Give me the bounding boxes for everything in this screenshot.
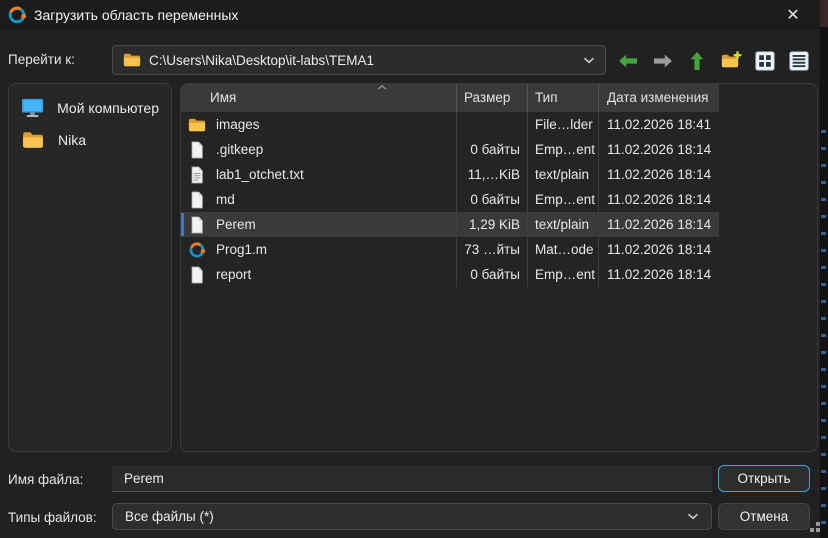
background-app-sliver <box>820 0 828 538</box>
file-date: 11.02.2026 18:14 <box>598 262 719 287</box>
file-date: 11.02.2026 18:41 <box>598 112 719 137</box>
filetype-value: Все файлы (*) <box>125 509 687 524</box>
icon-view-button[interactable] <box>752 49 778 73</box>
file-size <box>456 112 527 137</box>
textfile-icon <box>188 166 206 184</box>
forward-button[interactable] <box>650 49 676 73</box>
current-path: C:\Users\Nika\Desktop\it-labs\ТЕМА1 <box>149 53 575 68</box>
cancel-button[interactable]: Отмена <box>718 503 810 530</box>
chevron-down-icon <box>687 513 699 520</box>
close-button[interactable]: ✕ <box>776 0 810 30</box>
details-view-icon <box>789 51 809 71</box>
back-arrow-icon <box>618 54 638 68</box>
file-size: 1,29 KiB <box>456 212 527 237</box>
column-header-size[interactable]: Размер <box>456 84 527 112</box>
file-row[interactable]: Perem 1,29 KiB text/plain 11.02.2026 18:… <box>181 212 719 237</box>
file-name: images <box>216 112 260 137</box>
file-name: lab1_otchet.txt <box>216 162 304 187</box>
file-icon <box>188 216 206 234</box>
column-header-date[interactable]: Дата изменения <box>598 84 719 112</box>
background-app-fragment <box>820 0 828 27</box>
file-size: 11,…KiB <box>456 162 527 187</box>
goto-label: Перейти к: <box>8 52 75 67</box>
sort-ascending-icon <box>377 85 387 90</box>
file-type: File…lder <box>527 112 598 137</box>
file-size: 0 байты <box>456 262 527 287</box>
file-size: 0 байты <box>456 137 527 162</box>
column-header-name[interactable]: Имя <box>181 84 456 112</box>
file-list-header: Имя Размер Тип Дата изменения <box>181 84 719 112</box>
file-row[interactable]: report 0 байты Emp…ent 11.02.2026 18:14 <box>181 262 719 287</box>
folder-icon <box>21 129 45 151</box>
computer-icon <box>21 97 44 119</box>
file-date: 11.02.2026 18:14 <box>598 212 719 237</box>
folder-icon <box>188 116 206 134</box>
file-type: Emp…ent <box>527 137 598 162</box>
file-type: text/plain <box>527 162 598 187</box>
load-variables-dialog: Загрузить область переменных ✕ Перейти к… <box>0 0 820 538</box>
sidebar-item-computer[interactable]: Мой компьютер <box>9 92 171 124</box>
sidebar-item-folder[interactable]: Nika <box>9 124 171 156</box>
file-row[interactable]: lab1_otchet.txt 11,…KiB text/plain 11.02… <box>181 162 719 187</box>
new-folder-button[interactable] <box>718 49 744 73</box>
chevron-down-icon <box>583 57 595 64</box>
sidebar-item-label: Nika <box>58 132 86 148</box>
file-type: Emp…ent <box>527 262 598 287</box>
file-row[interactable]: .gitkeep 0 байты Emp…ent 11.02.2026 18:1… <box>181 137 719 162</box>
file-list-panel: Имя Размер Тип Дата изменения images Fil… <box>180 83 818 452</box>
folder-icon <box>123 51 141 69</box>
file-type: Emp…ent <box>527 187 598 212</box>
octave-logo-icon <box>7 5 27 25</box>
file-row[interactable]: md 0 байты Emp…ent 11.02.2026 18:14 <box>181 187 719 212</box>
up-arrow-icon <box>690 51 704 71</box>
filename-input[interactable] <box>112 465 712 492</box>
back-button[interactable] <box>615 49 641 73</box>
file-name: report <box>216 262 251 287</box>
file-date: 11.02.2026 18:14 <box>598 162 719 187</box>
file-name: md <box>216 187 235 212</box>
forward-arrow-icon <box>653 54 673 68</box>
file-name: Prog1.m <box>216 237 267 262</box>
file-type: Mat…ode <box>527 237 598 262</box>
details-view-button[interactable] <box>786 49 812 73</box>
octave-icon <box>188 241 206 259</box>
file-size: 73 …йты <box>456 237 527 262</box>
file-date: 11.02.2026 18:14 <box>598 137 719 162</box>
background-app-text-fragment <box>821 130 826 530</box>
file-type: text/plain <box>527 212 598 237</box>
filetype-label: Типы файлов: <box>8 510 97 525</box>
file-icon <box>188 141 206 159</box>
column-header-type[interactable]: Тип <box>527 84 598 112</box>
open-button[interactable]: Открыть <box>718 465 810 492</box>
file-row[interactable]: Prog1.m 73 …йты Mat…ode 11.02.2026 18:14 <box>181 237 719 262</box>
filename-label: Имя файла: <box>8 472 83 487</box>
sidebar-item-label: Мой компьютер <box>57 100 159 116</box>
screen: Загрузить область переменных ✕ Перейти к… <box>0 0 828 538</box>
file-icon <box>188 191 206 209</box>
path-combobox[interactable]: C:\Users\Nika\Desktop\it-labs\ТЕМА1 <box>112 45 606 75</box>
file-date: 11.02.2026 18:14 <box>598 237 719 262</box>
dialog-title: Загрузить область переменных <box>34 0 238 30</box>
selection-accent-bar <box>181 213 184 236</box>
file-size: 0 байты <box>456 187 527 212</box>
up-button[interactable] <box>684 49 710 73</box>
file-name: .gitkeep <box>216 137 263 162</box>
new-folder-icon <box>720 51 742 71</box>
file-name: Perem <box>216 212 256 237</box>
titlebar: Загрузить область переменных ✕ <box>0 0 820 30</box>
file-row[interactable]: images File…lder 11.02.2026 18:41 <box>181 112 719 137</box>
grid-view-icon <box>755 51 775 71</box>
file-date: 11.02.2026 18:14 <box>598 187 719 212</box>
file-icon <box>188 266 206 284</box>
places-panel: Мой компьютер Nika <box>8 83 172 452</box>
filetype-select[interactable]: Все файлы (*) <box>112 503 712 530</box>
